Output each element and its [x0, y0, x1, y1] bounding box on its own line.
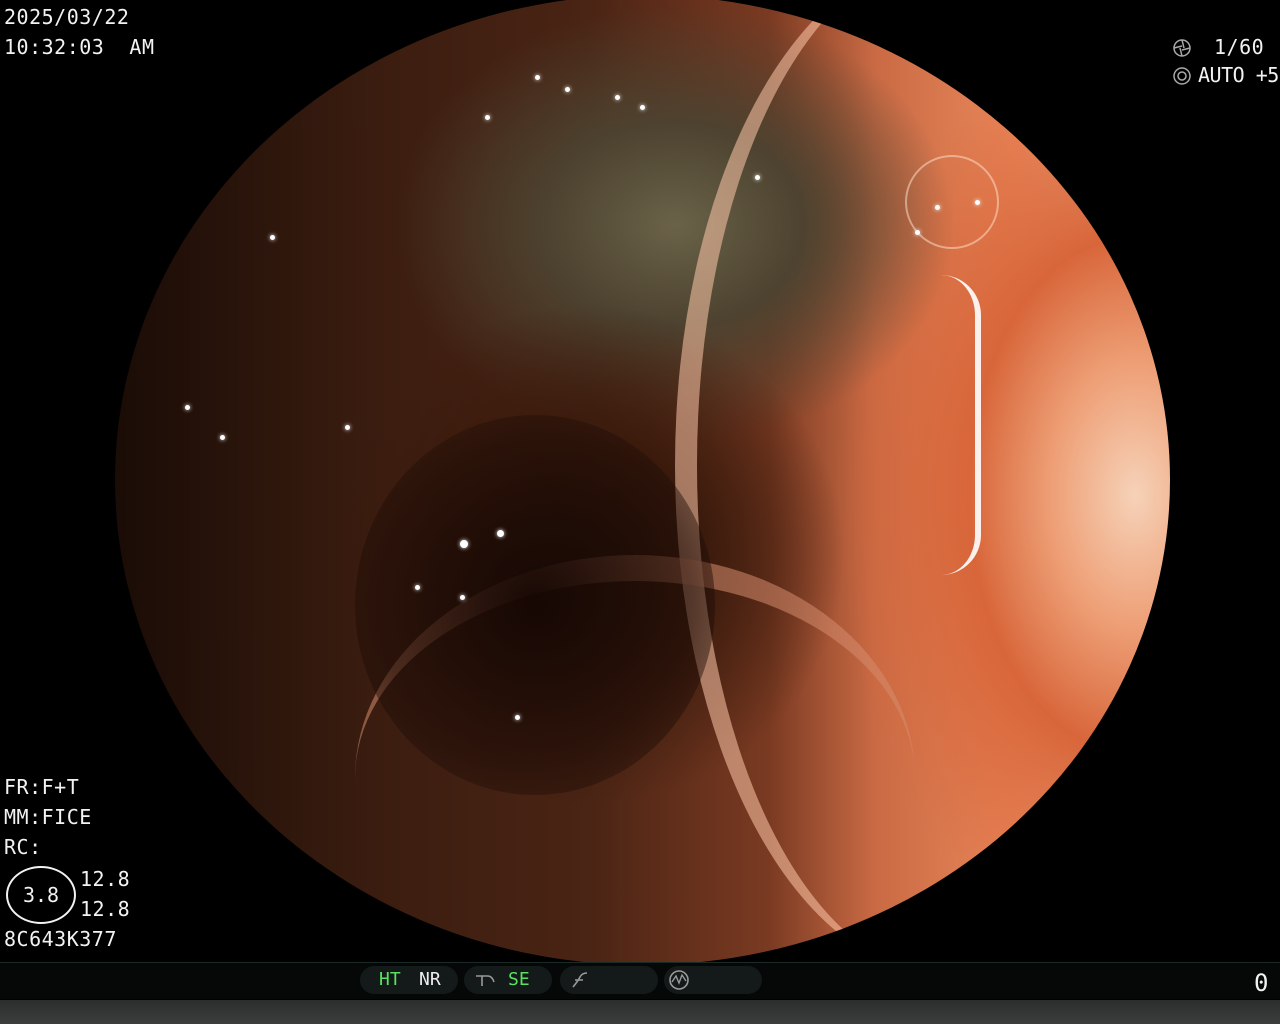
iris-value: AUTO +5 — [1198, 63, 1279, 87]
light-reflection — [935, 205, 940, 210]
reflection-streak — [935, 275, 981, 575]
mode-setting: MM:FICE — [4, 805, 92, 829]
iris-icon — [1173, 67, 1191, 85]
signal-icon — [669, 970, 689, 990]
lumen-shadow — [355, 415, 715, 795]
light-reflection — [270, 235, 275, 240]
light-reflection — [185, 405, 190, 410]
light-reflection — [485, 115, 490, 120]
light-reflection — [755, 175, 760, 180]
date-label: 2025/03/22 — [4, 5, 130, 29]
light-reflection — [915, 230, 920, 235]
light-reflection — [345, 425, 350, 430]
se-pill[interactable]: SE — [464, 966, 552, 994]
frame-setting: FR:F+T — [4, 775, 80, 799]
frame-counter: 0 — [1254, 969, 1269, 997]
shutter-indicator: 1/60 — [1172, 36, 1272, 60]
ihb-value-badge: 3.8 — [6, 866, 76, 924]
bubble — [905, 155, 999, 249]
light-reflection — [497, 530, 504, 537]
light-reflection — [460, 595, 465, 600]
sharpness-icon — [476, 975, 495, 986]
shutter-value: 1/60 — [1214, 35, 1265, 59]
light-reflection — [975, 200, 980, 205]
light-reflection — [615, 95, 620, 100]
curve-pill[interactable] — [560, 966, 658, 994]
value-2: 12.8 — [80, 897, 131, 921]
light-reflection — [460, 540, 468, 548]
light-reflection — [415, 585, 420, 590]
scope-id: 8C643K377 — [4, 927, 117, 951]
light-reflection — [535, 75, 540, 80]
aperture-icon — [1173, 39, 1191, 57]
time-label: 10:32:03 AM — [4, 35, 155, 59]
signal-pill[interactable] — [664, 966, 762, 994]
rc-setting: RC: — [4, 835, 42, 859]
light-reflection — [565, 87, 570, 92]
iris-indicator: AUTO +5 — [1172, 63, 1279, 88]
light-reflection — [220, 435, 225, 440]
light-reflection — [640, 105, 645, 110]
status-bottom-strip — [0, 1000, 1280, 1024]
endoscope-image — [115, 0, 1170, 965]
ht-indicator[interactable]: HT — [379, 966, 401, 994]
light-reflection — [515, 715, 520, 720]
ht-nr-pill[interactable]: HT NR — [360, 966, 458, 994]
nr-indicator[interactable]: NR — [419, 966, 441, 994]
se-indicator[interactable]: SE — [508, 966, 530, 994]
value-1: 12.8 — [80, 867, 131, 891]
curve-icon — [572, 972, 588, 988]
